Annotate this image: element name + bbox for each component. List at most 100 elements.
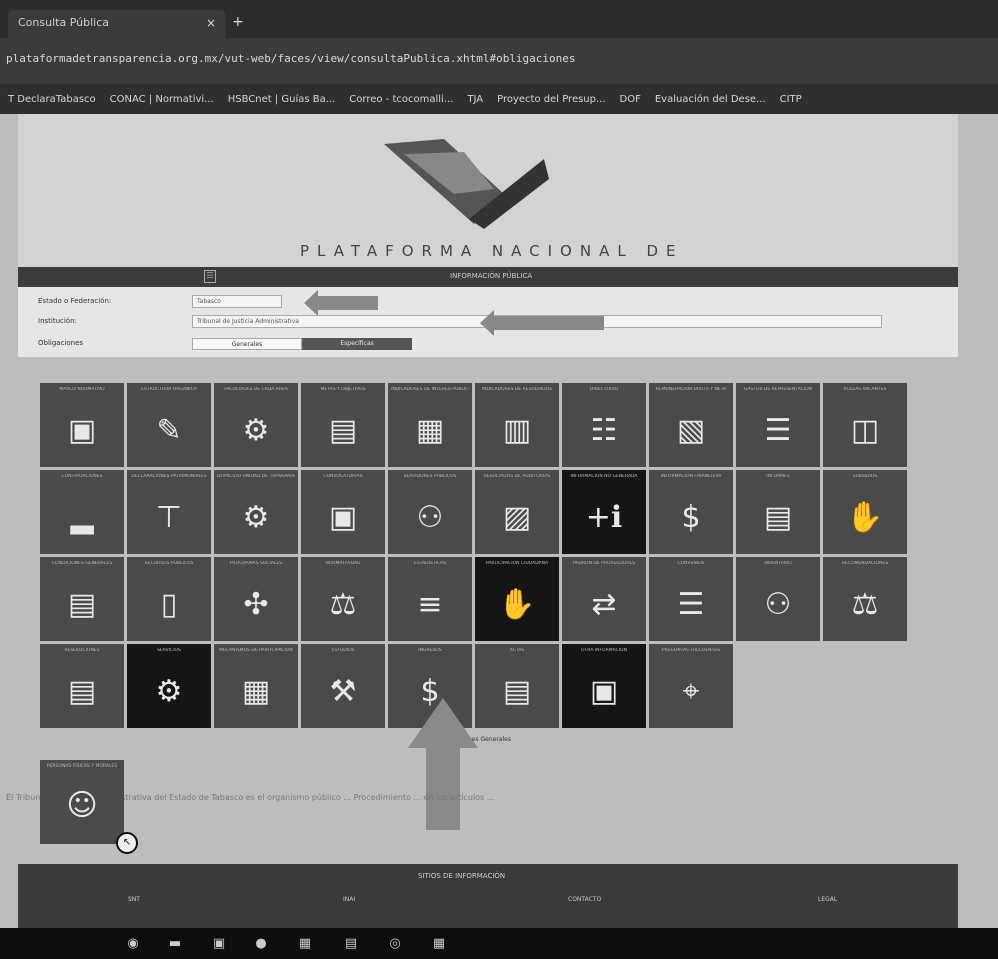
obligation-tile[interactable]: OTRA INFORMACIÓN ▣ — [562, 644, 646, 728]
clipboard-icon: ▤ — [328, 413, 358, 448]
obligation-tile[interactable]: NORMATIVIDAD ⚖ — [301, 557, 385, 641]
obligation-tile[interactable]: PROGRAMAS SOCIALES ✣ — [214, 557, 298, 641]
obligation-tile[interactable]: RESULTADOS DE AUDITORÍAS ▨ — [475, 470, 559, 554]
tile-label: RESULTADOS DE AUDITORÍAS — [483, 474, 551, 479]
bookmark-item[interactable]: HSBCnet | Guías Ba... — [228, 94, 336, 105]
obligation-tile[interactable]: RESOLUCIONES ▤ — [40, 644, 124, 728]
obligation-tile[interactable]: INDICADORES DE RESULTADOS ▥ — [475, 383, 559, 467]
spreadsheet-app-icon[interactable]: ▦ — [430, 935, 448, 953]
obligation-tile[interactable]: CONVOCATORIAS ▣ — [301, 470, 385, 554]
tile-label: INFORMACIÓN NO GENERADA — [570, 474, 638, 479]
gavel-book-icon: ▣ — [67, 413, 97, 448]
obligation-tile[interactable]: INDICADORES DE INTERÉS PÚBLICO ▦ — [388, 383, 472, 467]
obligation-tile[interactable]: DOMICILIO UNIDAD DE TRANSPARENCIA ⚙ — [214, 470, 298, 554]
obligation-tile[interactable]: ESTUDIOS ⚒ — [301, 644, 385, 728]
obligation-tile[interactable]: CONVENIOS ☰ — [649, 557, 733, 641]
bookmark-item[interactable]: DOF — [620, 94, 641, 105]
excel-app-icon[interactable]: ▦ — [296, 935, 314, 953]
tile-label: MECANISMOS DE PARTICIPACIÓN — [219, 648, 293, 653]
tile-label: PLAZAS VACANTES — [843, 387, 887, 392]
obligation-tile[interactable]: GASTOS DE REPRESENTACIÓN ☰ — [736, 383, 820, 467]
bookmark-item[interactable]: Correo - tcocomalli... — [349, 94, 453, 105]
gavel-book-icon: ⚖ — [329, 587, 357, 622]
user-group-icon: ☺ — [66, 788, 98, 823]
obligation-tile[interactable]: CONTRATACIONES ▂ — [40, 470, 124, 554]
info-bar[interactable]: ☰ INFORMACIÓN PÚBLICA — [18, 267, 958, 287]
folder-app-icon[interactable]: ▬ — [166, 935, 184, 953]
tab-title: Consulta Pública — [18, 16, 109, 29]
doc-person-icon: ▦ — [415, 413, 445, 448]
tile-label: PADRÓN DE PROVEEDORES — [572, 561, 636, 566]
bar-chart-icon: ▂ — [70, 500, 94, 535]
obligation-tile[interactable]: ESTRUCTURA ORGÁNICA ✎ — [127, 383, 211, 467]
obligation-tile[interactable]: SERVIDORES PÚBLICOS ⚇ — [388, 470, 472, 554]
footer-link[interactable]: CONTACTO — [568, 896, 601, 903]
bookmark-item[interactable]: TJA — [467, 94, 483, 105]
menu-icon[interactable]: ☰ — [204, 270, 216, 283]
obligation-tile[interactable]: RECOMENDACIONES ⚖ — [823, 557, 907, 641]
obligation-tile[interactable]: DECLARACIONES PATRIMONIALES ⊤ — [127, 470, 211, 554]
new-tab-button[interactable]: + — [232, 14, 244, 30]
footer-link[interactable]: LEGAL — [818, 896, 837, 903]
bookmark-item[interactable]: Proyecto del Presup... — [497, 94, 605, 105]
obligation-tile[interactable]: ACTAS ▤ — [475, 644, 559, 728]
bookmark-item[interactable]: CITP — [780, 94, 802, 105]
obligation-tile[interactable]: INFORMES ▤ — [736, 470, 820, 554]
tile-label: INFORMACIÓN FINANCIERA — [660, 474, 722, 479]
bookmark-item[interactable]: CONAC | Normativi... — [110, 94, 214, 105]
browser-tab[interactable]: Consulta Pública × — [8, 10, 226, 38]
url-text[interactable]: plataformadetransparencia.org.mx/vut-web… — [6, 52, 576, 65]
firefox-app-icon[interactable]: ● — [252, 935, 270, 953]
tile-personas[interactable]: PERSONAS FÍSICAS Y MORALES ☺ — [40, 760, 124, 844]
browser-app-icon[interactable]: ◉ — [124, 935, 142, 953]
obligation-tile[interactable]: INFORMACIÓN NO GENERADA +ℹ — [562, 470, 646, 554]
tile-label: ESTRUCTURA ORGÁNICA — [141, 387, 197, 392]
especificas-button[interactable]: Específicas — [302, 338, 412, 350]
obligation-tile[interactable]: DIRECTORIO ☷ — [562, 383, 646, 467]
footer-title[interactable]: SITIOS DE INFORMACIÓN — [418, 872, 505, 880]
tile-label: DOMICILIO UNIDAD DE TRANSPARENCIA — [217, 474, 295, 479]
media-app-icon[interactable]: ◎ — [386, 935, 404, 953]
tile-label: DECLARACIONES PATRIMONIALES — [131, 474, 207, 479]
obligation-tile[interactable]: MECANISMOS DE PARTICIPACIÓN ▦ — [214, 644, 298, 728]
footnote-text: El Tribunal de Justicia Administrativa d… — [6, 793, 495, 802]
obligation-tile[interactable]: SERVICIOS ⚙ — [127, 644, 211, 728]
obligation-tile[interactable]: PADRÓN DE PROVEEDORES ⇄ — [562, 557, 646, 641]
location-pin-icon: ⌖ — [682, 674, 700, 709]
address-bar[interactable]: plataformadetransparencia.org.mx/vut-web… — [0, 38, 998, 84]
app-icon[interactable]: ▤ — [342, 935, 360, 953]
obligation-tile[interactable]: PARTICIPACIÓN CIUDADANA ✋ — [475, 557, 559, 641]
obligation-tile[interactable]: MARCO NORMATIVO ▣ — [40, 383, 124, 467]
obligation-tile[interactable]: PREGUNTAS FRECUENTES ⌖ — [649, 644, 733, 728]
obligation-tile[interactable]: RECURSOS PÚBLICOS ▯ — [127, 557, 211, 641]
tile-label: SERVICIOS — [157, 648, 181, 653]
obligation-tile[interactable]: REMUNERACIÓN BRUTA Y NETA ▧ — [649, 383, 733, 467]
annotation-arrow — [480, 310, 604, 336]
files-app-icon[interactable]: ▣ — [210, 935, 228, 953]
tile-label: RECURSOS PÚBLICOS — [144, 561, 194, 566]
bookmark-item[interactable]: T DeclaraTabasco — [8, 94, 96, 105]
obligation-tile[interactable]: CONDICIONES GENERALES ▤ — [40, 557, 124, 641]
hand-coin-icon: ✋ — [846, 500, 884, 535]
org-chart-icon: ⊤ — [155, 500, 183, 535]
tile-label: DIRECTORIO — [589, 387, 619, 392]
estado-select[interactable]: Tabasco — [192, 295, 282, 308]
obligation-tile[interactable]: PLAZAS VACANTES ◫ — [823, 383, 907, 467]
tile-label: GASTOS DE REPRESENTACIÓN — [743, 387, 813, 392]
bookmark-item[interactable]: Evaluación del Dese... — [655, 94, 766, 105]
tile-label: RECOMENDACIONES — [841, 561, 889, 566]
tile-label: REMUNERACIÓN BRUTA Y NETA — [655, 387, 727, 392]
obligation-tile[interactable]: INVENTARIO ⚇ — [736, 557, 820, 641]
tile-label: CONTRATACIONES — [61, 474, 103, 479]
puzzle-icon: ✣ — [243, 587, 269, 622]
footer-link[interactable]: INAI — [343, 896, 355, 903]
obligation-tile[interactable]: METAS Y OBJETIVOS ▤ — [301, 383, 385, 467]
footer-link[interactable]: SNT — [128, 896, 140, 903]
obligation-tile[interactable]: FACULTADES DE CADA ÁREA ⚙ — [214, 383, 298, 467]
close-icon[interactable]: × — [206, 16, 216, 30]
generales-button[interactable]: Generales — [192, 338, 302, 350]
obligation-tile[interactable]: SUBSIDIOS ✋ — [823, 470, 907, 554]
books-icon: ▤ — [763, 500, 793, 535]
obligation-tile[interactable]: ESTADÍSTICAS ≡ — [388, 557, 472, 641]
obligation-tile[interactable]: INFORMACIÓN FINANCIERA $ — [649, 470, 733, 554]
